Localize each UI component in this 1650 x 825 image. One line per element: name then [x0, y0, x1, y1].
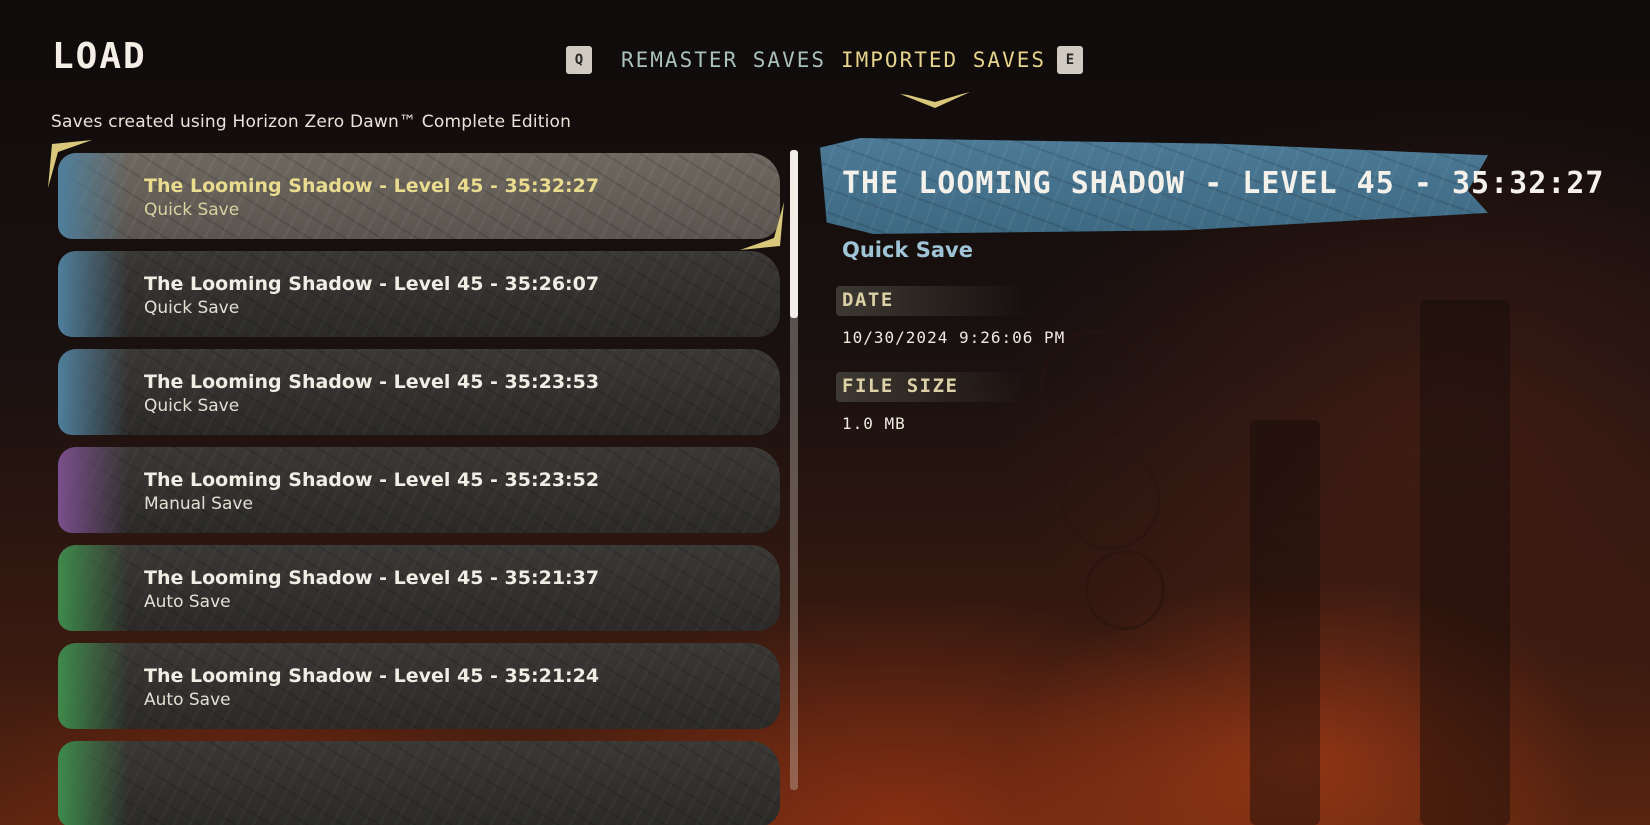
save-type-swatch: [58, 447, 128, 533]
prev-tab-key[interactable]: Q: [566, 46, 592, 74]
save-list[interactable]: The Looming Shadow - Level 45 - 35:32:27…: [50, 150, 780, 825]
active-tab-chevron-icon: [900, 92, 970, 108]
save-row[interactable]: The Looming Shadow - Level 45 - 35:21:37…: [58, 545, 780, 631]
save-type-swatch: [58, 545, 128, 631]
save-name: The Looming Shadow - Level 45 - 35:23:52: [144, 469, 600, 491]
detail-save-type: Quick Save: [842, 238, 973, 262]
save-type-swatch: [58, 349, 128, 435]
save-type: Auto Save: [144, 690, 231, 710]
background-pillar: [1420, 300, 1510, 825]
save-name: The Looming Shadow - Level 45 - 35:21:37: [144, 567, 600, 589]
tab-remaster-saves[interactable]: REMASTER SAVES: [621, 48, 826, 72]
save-name: The Looming Shadow - Level 45 - 35:32:27: [144, 175, 600, 197]
save-name: The Looming Shadow - Level 45 - 35:23:53: [144, 371, 600, 393]
file-size-value: 1.0 MB: [842, 414, 906, 433]
save-row[interactable]: The Looming Shadow - Level 45 - 35:32:27…: [58, 153, 780, 239]
date-label: DATE: [842, 289, 894, 311]
background-pillar: [1250, 420, 1320, 825]
save-list-scrollbar[interactable]: [790, 150, 798, 790]
save-type: Manual Save: [144, 494, 253, 514]
page-subtitle: Saves created using Horizon Zero Dawn™ C…: [51, 112, 572, 132]
save-type: Quick Save: [144, 396, 240, 416]
save-row[interactable]: The Looming Shadow - Level 45 - 35:23:53…: [58, 349, 780, 435]
save-type: Quick Save: [144, 200, 240, 220]
detail-title: THE LOOMING SHADOW - LEVEL 45 - 35:32:27: [842, 166, 1605, 201]
file-size-label: FILE SIZE: [842, 375, 959, 397]
tab-imported-saves[interactable]: IMPORTED SAVES: [841, 48, 1046, 72]
save-type-swatch: [58, 251, 128, 337]
save-type-swatch: [58, 741, 128, 825]
save-type: Quick Save: [144, 298, 240, 318]
save-name: The Looming Shadow - Level 45 - 35:21:24: [144, 665, 600, 687]
save-row-partial[interactable]: [58, 741, 780, 825]
date-value: 10/30/2024 9:26:06 PM: [842, 328, 1066, 347]
save-row[interactable]: The Looming Shadow - Level 45 - 35:26:07…: [58, 251, 780, 337]
background-gear: [1085, 550, 1165, 630]
scrollbar-thumb[interactable]: [790, 150, 798, 318]
selection-corner-bottom-right-icon: [740, 202, 784, 250]
save-type: Auto Save: [144, 592, 231, 612]
page-title: LOAD: [52, 36, 147, 77]
save-row[interactable]: The Looming Shadow - Level 45 - 35:23:52…: [58, 447, 780, 533]
background-gear: [1060, 450, 1160, 550]
load-screen: LOAD Saves created using Horizon Zero Da…: [0, 0, 1650, 825]
next-tab-key[interactable]: E: [1057, 46, 1083, 74]
save-type-swatch: [58, 643, 128, 729]
selection-corner-top-left-icon: [48, 140, 92, 188]
save-row[interactable]: The Looming Shadow - Level 45 - 35:21:24…: [58, 643, 780, 729]
save-name: The Looming Shadow - Level 45 - 35:26:07: [144, 273, 600, 295]
